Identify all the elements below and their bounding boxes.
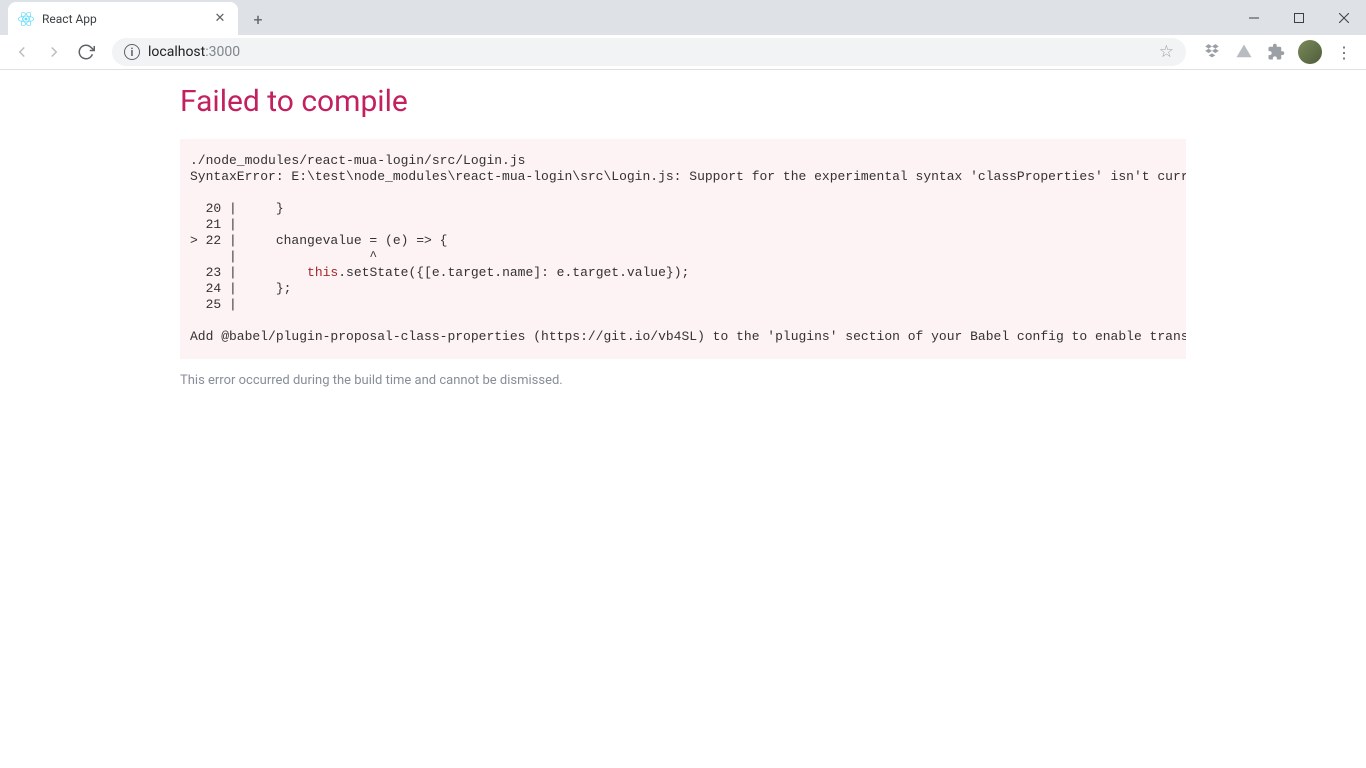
dropbox-icon[interactable] <box>1198 38 1226 66</box>
info-icon: i <box>124 44 140 60</box>
tab-strip: React App ✕ + <box>0 0 1366 35</box>
page-content: Failed to compile ./node_modules/react-m… <box>0 70 1366 402</box>
drive-icon[interactable] <box>1230 38 1258 66</box>
address-bar[interactable]: i localhost:3000 ☆ <box>112 38 1186 66</box>
url-text: localhost:3000 <box>148 44 1151 60</box>
star-icon[interactable]: ☆ <box>1159 42 1174 62</box>
close-icon[interactable]: ✕ <box>212 11 228 27</box>
window-controls <box>1231 0 1366 35</box>
error-footer: This error occurred during the build tim… <box>180 373 1186 388</box>
new-tab-button[interactable]: + <box>244 5 272 33</box>
avatar[interactable] <box>1298 40 1322 64</box>
forward-button[interactable] <box>40 38 68 66</box>
back-button[interactable] <box>8 38 36 66</box>
browser-toolbar: i localhost:3000 ☆ ⋮ <box>0 35 1366 70</box>
minimize-button[interactable] <box>1231 0 1276 35</box>
close-window-button[interactable] <box>1321 0 1366 35</box>
error-details: ./node_modules/react-mua-login/src/Login… <box>180 139 1186 359</box>
maximize-button[interactable] <box>1276 0 1321 35</box>
react-favicon <box>18 11 34 27</box>
error-title: Failed to compile <box>180 84 1186 119</box>
menu-icon[interactable]: ⋮ <box>1330 38 1358 66</box>
tab-title: React App <box>42 12 204 26</box>
reload-button[interactable] <box>72 38 100 66</box>
extensions-icon[interactable] <box>1262 38 1290 66</box>
browser-chrome: React App ✕ + i localhost:3000 ☆ ⋮ <box>0 0 1366 70</box>
browser-tab[interactable]: React App ✕ <box>8 2 238 35</box>
